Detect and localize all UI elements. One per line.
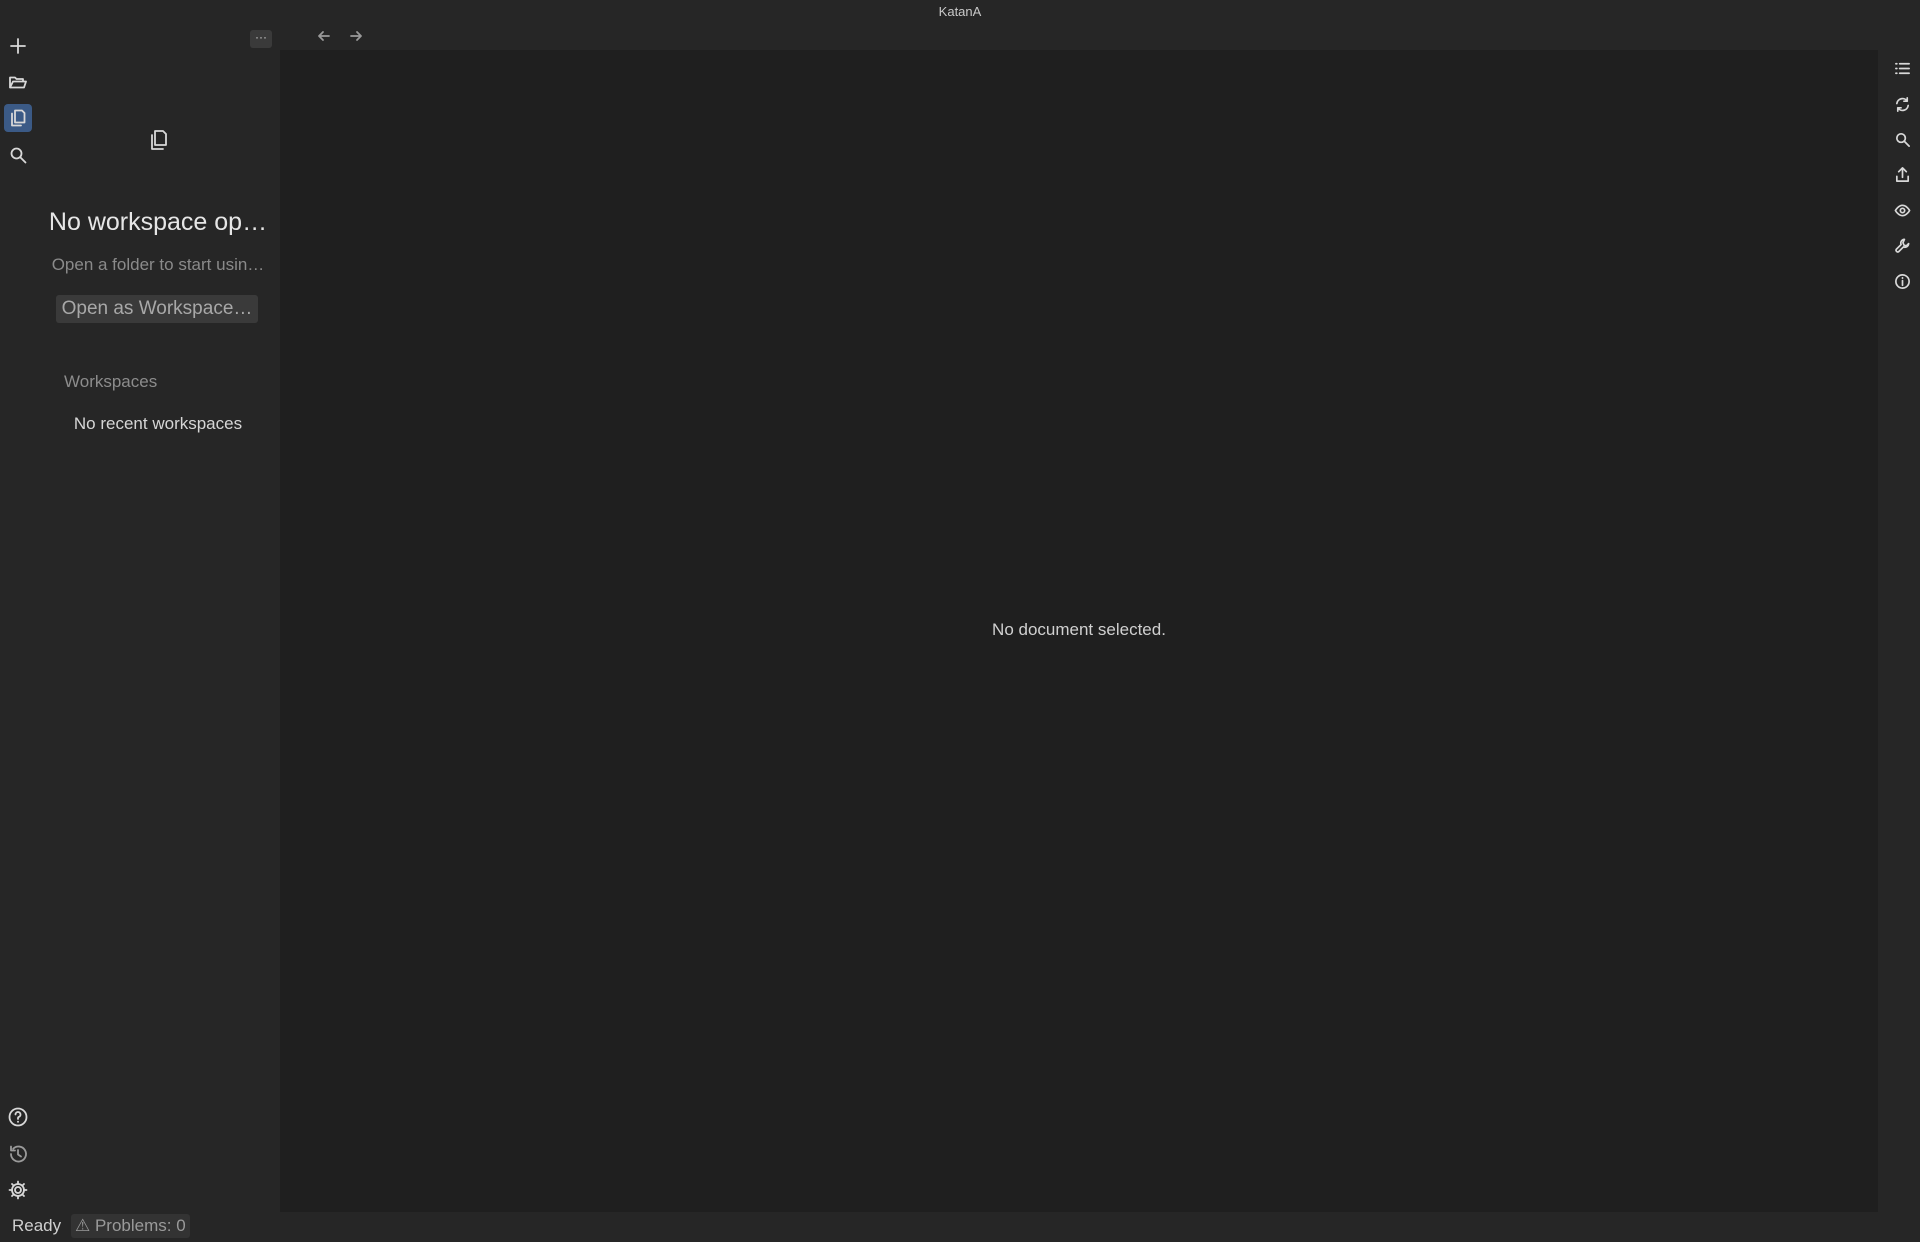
search-icon bbox=[1895, 132, 1910, 147]
find-button[interactable] bbox=[1890, 127, 1914, 151]
problems-badge[interactable]: ⚠ Problems: 0 bbox=[71, 1214, 190, 1238]
editor-empty-message: No document selected. bbox=[992, 620, 1166, 639]
sidebar-subtitle: Open a folder to start usin… bbox=[51, 255, 265, 274]
right-toolbar bbox=[1888, 56, 1916, 296]
plus-icon bbox=[10, 38, 26, 54]
info-button[interactable] bbox=[1890, 269, 1914, 293]
history-button[interactable] bbox=[4, 1140, 32, 1168]
editor-area[interactable]: No document selected. bbox=[280, 50, 1878, 1212]
wrench-icon bbox=[1894, 238, 1909, 253]
eye-icon bbox=[1894, 203, 1910, 217]
new-file-button[interactable] bbox=[4, 32, 32, 60]
folder-open-icon bbox=[9, 76, 27, 89]
preview-button[interactable] bbox=[1890, 198, 1914, 222]
workspaces-heading: Workspaces bbox=[64, 372, 158, 391]
history-icon bbox=[10, 1145, 27, 1163]
gear-icon bbox=[8, 1180, 28, 1200]
activity-bar bbox=[0, 30, 36, 1210]
outline-button[interactable] bbox=[1890, 56, 1914, 80]
export-button[interactable] bbox=[1890, 162, 1914, 186]
status-ready: Ready bbox=[12, 1216, 62, 1235]
status-bar: Ready ⚠ Problems: 0 bbox=[0, 1212, 1920, 1242]
help-icon bbox=[8, 1107, 28, 1127]
forward-button[interactable] bbox=[346, 26, 366, 46]
export-icon bbox=[1895, 166, 1909, 182]
documents-icon bbox=[11, 109, 26, 127]
arrow-right-icon bbox=[350, 31, 362, 41]
arrow-left-icon bbox=[318, 31, 330, 41]
search-button[interactable] bbox=[4, 141, 32, 169]
open-as-workspace-button[interactable]: Open as Workspace… bbox=[56, 295, 258, 323]
sidebar: ··· No workspace op… Open a folder to st… bbox=[36, 26, 280, 1210]
back-button[interactable] bbox=[314, 26, 334, 46]
explorer-button[interactable] bbox=[4, 104, 32, 132]
settings-button[interactable] bbox=[4, 1176, 32, 1204]
documents-icon bbox=[151, 130, 167, 150]
search-icon bbox=[10, 147, 27, 164]
refresh-icon bbox=[1895, 96, 1909, 112]
tools-button[interactable] bbox=[1890, 233, 1914, 257]
help-button[interactable] bbox=[4, 1103, 32, 1131]
refresh-button[interactable] bbox=[1890, 92, 1914, 116]
open-folder-button[interactable] bbox=[4, 68, 32, 96]
sidebar-title: No workspace op… bbox=[48, 208, 268, 236]
outline-list-icon bbox=[1894, 62, 1910, 74]
info-icon bbox=[1894, 273, 1910, 289]
window-title: KatanA bbox=[938, 4, 982, 19]
sidebar-more-button[interactable]: ··· bbox=[250, 30, 272, 48]
workspaces-empty-message: No recent workspaces bbox=[73, 414, 243, 433]
